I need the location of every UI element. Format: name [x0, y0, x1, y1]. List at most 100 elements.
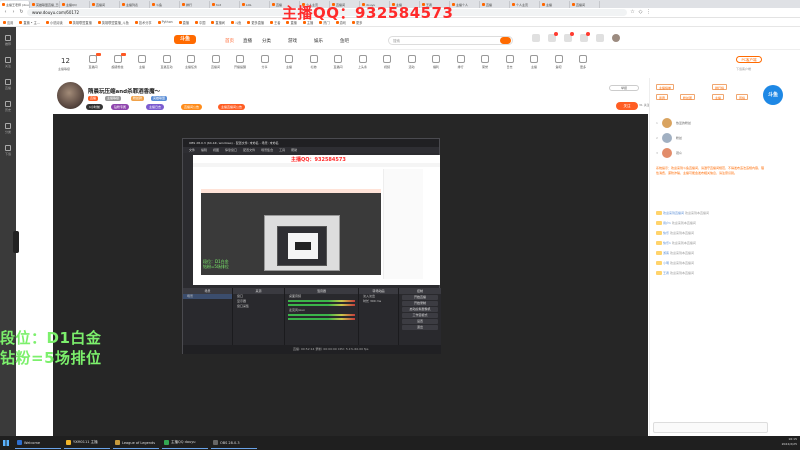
toolbar-item[interactable]: 分享 [254, 55, 276, 69]
toolbar-item[interactable]: 主播 [131, 55, 153, 69]
follow-icon[interactable] [548, 32, 558, 42]
taskbar-app[interactable]: League of Legends [113, 437, 159, 449]
pc-client-button[interactable]: PC客户端 [736, 56, 762, 63]
toolbar-item[interactable]: 活动 [401, 55, 423, 69]
toolbar-item[interactable]: 超级粉丝 [107, 53, 129, 69]
star-icon[interactable]: ☆ [630, 10, 635, 15]
toolbar-item[interactable]: 视频 [376, 55, 398, 69]
scene-item[interactable]: 场景 [183, 294, 232, 299]
rank-row[interactable]: 3 观众 [656, 148, 768, 160]
obs-menu-item[interactable]: 视图 [213, 147, 219, 153]
menu-icon[interactable]: ⋮ [646, 10, 651, 15]
nav-more[interactable]: 鱼吧 [340, 38, 349, 44]
browser-tab[interactable]: 主播王老师 (douyu) [0, 1, 30, 8]
chat-tab[interactable]: 周榜 [736, 94, 749, 100]
settings-button[interactable]: 设置 [402, 319, 438, 324]
browser-tab[interactable]: 直播间 [570, 1, 600, 8]
browser-tab[interactable]: 排行 [180, 1, 210, 8]
user-avatar[interactable] [612, 34, 620, 42]
streamer-avatar[interactable] [57, 82, 84, 109]
toolbar-item[interactable]: 荣誉 [474, 55, 496, 69]
chat-input[interactable] [653, 422, 768, 433]
toolbar-item[interactable]: 直播间 [327, 55, 349, 69]
sidebar-item[interactable]: 分类 [2, 123, 14, 134]
room-pill[interactable]: 钻粉专属 [111, 104, 130, 110]
chat-username[interactable]: 快乐 [663, 231, 669, 235]
sidebar-collapse-handle[interactable] [13, 231, 19, 253]
bookmark-item[interactable]: 英雄联盟直播_斗鱼 [97, 20, 129, 25]
bookmark-item[interactable]: 应用 [3, 20, 13, 25]
browser-tab[interactable]: 直播间 [90, 1, 120, 8]
toolbar-item[interactable]: 开播提醒 [229, 55, 251, 69]
room-tag[interactable]: 英雄联盟 [151, 96, 168, 101]
start-recording-button[interactable]: 开始录制 [402, 301, 438, 306]
browser-tab[interactable]: 直播 [480, 1, 510, 8]
browser-tab[interactable]: 斗鱼 [150, 1, 180, 8]
audio-volume-slider[interactable] [288, 318, 355, 320]
chat-tab[interactable]: 主播榜单 [656, 84, 675, 90]
obs-menu-item[interactable]: 场景集合 [261, 147, 273, 153]
forward-icon[interactable]: › [11, 10, 16, 15]
chat-username[interactable]: 王者 [663, 271, 669, 275]
obs-menu-item[interactable]: 编辑 [201, 147, 207, 153]
source-item[interactable]: 窗口采集 [233, 304, 284, 309]
bookmark-item[interactable]: 直播 • 主... [19, 20, 40, 25]
bookmark-item[interactable]: 小说阅读 [45, 20, 63, 25]
back-icon[interactable]: ‹ [3, 10, 8, 15]
chat-username[interactable]: 快乐1 [663, 241, 671, 245]
douyu-logo[interactable]: 斗鱼 [174, 35, 196, 44]
nav-live[interactable]: 直播 [243, 38, 252, 44]
chat-tab[interactable]: 主播 [712, 94, 725, 100]
toolbar-item[interactable]: 直播间 [205, 55, 227, 69]
bookmark-item[interactable]: 更多直播 [247, 20, 264, 25]
studio-mode-button[interactable]: 工作室模式 [402, 313, 438, 318]
bookmark-item[interactable]: 王者 [270, 20, 280, 25]
bookmark-item[interactable]: 英雄联盟直播 [68, 20, 92, 25]
sidebar-item[interactable]: 推荐 [2, 35, 14, 46]
taskbar-app[interactable]: 主播QQ douyu [162, 437, 208, 449]
bookmark-item[interactable]: 直播间 [211, 20, 225, 25]
obs-menu-item[interactable]: 停靠窗口 [225, 147, 237, 153]
browser-tab[interactable]: 主播 [540, 1, 570, 8]
browser-tab[interactable]: 个人主页 [510, 1, 540, 8]
toolbar-item[interactable]: 主播 [278, 55, 300, 69]
toolbar-item[interactable]: 更多 [572, 55, 594, 69]
toolbar-item[interactable]: 主播任务 [180, 55, 202, 69]
transition-duration[interactable]: 时长 300 ms [359, 299, 398, 304]
nav-games[interactable]: 游戏 [288, 38, 297, 44]
rank-row[interactable]: 2 粉丝 [656, 133, 768, 145]
chat-username[interactable]: 小明 [663, 261, 669, 265]
bookmark-item[interactable]: 斗鱼 [230, 20, 241, 25]
browser-tab[interactable]: LOL [240, 1, 270, 8]
toolbar-item[interactable]: 福利 [425, 55, 447, 69]
follow-button[interactable]: 关注 [616, 102, 638, 110]
start-streaming-button[interactable]: 开始直播 [402, 295, 438, 300]
exit-button[interactable]: 退出 [402, 325, 438, 330]
sidebar-item[interactable]: 历史 [2, 101, 14, 112]
toolbar-item[interactable]: 日志 [499, 55, 521, 69]
obs-menu-item[interactable]: 帮助 [291, 147, 297, 153]
browser-tab[interactable]: 主播列表 [120, 1, 150, 8]
sidebar-item[interactable]: 直播 [2, 79, 14, 90]
reload-icon[interactable]: ↻ [19, 10, 24, 15]
floating-logo[interactable]: 斗鱼 [763, 85, 783, 105]
search-button[interactable] [500, 37, 511, 44]
toolbar-item[interactable]: 礼物 [303, 55, 325, 69]
taskbar-app[interactable]: OBS 28.0.3 [211, 437, 257, 449]
history-icon[interactable] [532, 34, 540, 42]
extension-icon[interactable]: ◇ [638, 10, 643, 15]
nav-home[interactable]: 首页 [225, 38, 234, 44]
chat-tab[interactable]: 贵宾 [656, 94, 669, 100]
video-player[interactable]: OBS 28.0.3 (64-bit, windows) - 配置文件: 未命名… [53, 114, 648, 436]
chat-username[interactable]: 欢迎来到直播间 [663, 211, 684, 215]
bookmark-item[interactable]: 中国 [195, 20, 205, 25]
toolbar-item[interactable]: 上头条 [352, 55, 374, 69]
chat-username[interactable]: 用户1 [663, 221, 671, 225]
bookmark-item[interactable]: 直播 [178, 20, 189, 25]
browser-tab[interactable]: hot [210, 1, 240, 8]
chat-tab[interactable]: 粉丝团 [680, 94, 696, 100]
audio-volume-slider[interactable] [288, 304, 355, 306]
chat-tab[interactable]: 排行榜 [712, 84, 728, 90]
rank-row[interactable]: 1 热爱的粉丝 [656, 118, 768, 130]
sidebar-item[interactable]: 下载 [2, 145, 14, 156]
